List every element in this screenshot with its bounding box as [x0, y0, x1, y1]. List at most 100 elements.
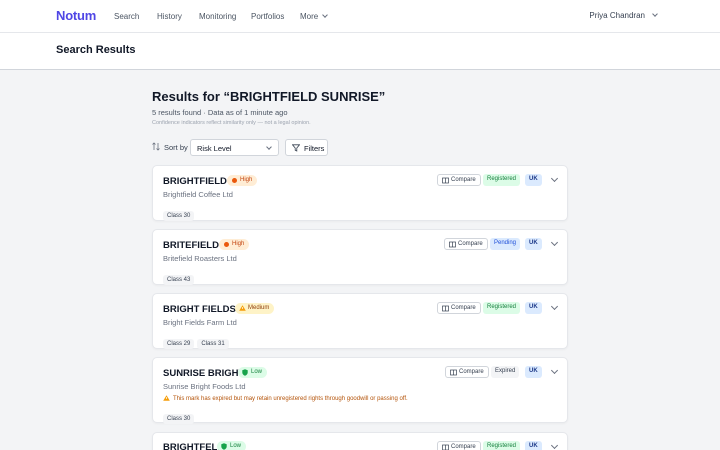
nav-item-portfolios[interactable]: Portfolios	[251, 12, 284, 21]
compare-label: Compare	[451, 444, 476, 450]
risk-badge: Medium	[235, 303, 275, 314]
risk-label: Low	[230, 443, 242, 449]
compare-button[interactable]: Compare	[437, 441, 481, 450]
owner-name: Sunrise Bright Foods Ltd	[163, 382, 246, 391]
filter-icon	[292, 144, 300, 152]
nav-item-more-label: More	[300, 12, 319, 21]
owner-name: Brightfield Coffee Ltd	[163, 190, 233, 199]
compare-button[interactable]: Compare	[437, 174, 481, 186]
disclaimer: Confidence indicators reflect similarity…	[152, 120, 311, 126]
compare-icon	[442, 444, 449, 450]
compare-label: Compare	[451, 305, 476, 311]
card-actions: Compare Registered UK	[437, 174, 559, 186]
chevron-down-icon[interactable]	[550, 238, 559, 247]
class-list: Class 29 Class 31	[163, 332, 232, 350]
warning-icon	[163, 395, 170, 401]
risk-label: High	[240, 177, 253, 183]
filters-label: Filters	[304, 144, 325, 153]
compare-button[interactable]: Compare	[437, 302, 481, 314]
chevron-down-icon[interactable]	[550, 366, 559, 375]
risk-label: High	[232, 241, 245, 247]
logo[interactable]: Notum	[56, 8, 96, 23]
nav-item-more[interactable]: More	[300, 12, 329, 21]
page-header: Search Results	[0, 33, 720, 70]
risk-badge: High	[219, 239, 250, 250]
result-card[interactable]: BRIGHTFIELD High Brightfield Coffee Ltd …	[152, 165, 568, 221]
compare-icon	[442, 177, 449, 184]
jurisdiction-badge: UK	[525, 174, 542, 186]
card-actions: Compare Registered UK	[437, 441, 559, 450]
risk-label: Medium	[248, 305, 270, 311]
filters-button[interactable]: Filters	[285, 139, 328, 156]
status-badge: Registered	[483, 174, 521, 186]
compare-label: Compare	[451, 177, 476, 183]
class-chip: Class 31	[197, 339, 229, 349]
mark-name: BRIGHTFELD	[163, 442, 225, 450]
result-card[interactable]: BRITEFIELD High Britefield Roasters Ltd …	[152, 229, 568, 285]
compare-icon	[449, 241, 456, 248]
result-card[interactable]: BRIGHT FIELDS Medium Bright Fields Farm …	[152, 293, 568, 349]
compare-label: Compare	[459, 369, 484, 375]
result-card[interactable]: SUNRISE BRIGHT Low Sunrise Bright Foods …	[152, 357, 568, 425]
nav-item-history[interactable]: History	[157, 12, 182, 21]
status-badge: Registered	[483, 302, 521, 314]
status-badge: Pending	[490, 238, 521, 250]
mark-name: BRIGHT FIELDS	[163, 304, 236, 315]
status-badge: Registered	[483, 441, 521, 450]
class-list: Class 43	[163, 268, 197, 286]
chevron-down-icon[interactable]	[550, 174, 559, 183]
sort-select[interactable]: Risk Level	[190, 139, 279, 156]
compare-button[interactable]: Compare	[444, 238, 488, 250]
owner-name: Britefield Roasters Ltd	[163, 254, 237, 263]
chevron-down-icon[interactable]	[550, 302, 559, 311]
warning-icon	[239, 305, 246, 311]
jurisdiction-badge: UK	[525, 238, 542, 250]
risk-badge: High	[227, 175, 258, 186]
result-card[interactable]: BRIGHTFELD Low Compare Registered UK	[152, 432, 568, 450]
mark-name: SUNRISE BRIGHT	[163, 368, 245, 379]
results-title: Results for “BRIGHTFIELD SUNRISE”	[152, 89, 386, 104]
shield-icon	[221, 443, 227, 450]
compare-icon	[442, 305, 449, 312]
class-chip: Class 43	[163, 275, 195, 285]
class-list: Class 30	[163, 407, 197, 425]
chevron-down-icon	[652, 11, 658, 17]
risk-label: Low	[251, 369, 263, 375]
class-chip: Class 29	[163, 339, 195, 349]
risk-dot-icon	[224, 242, 229, 247]
class-chip: Class 30	[163, 414, 195, 424]
card-actions: Compare Expired UK	[445, 366, 559, 378]
card-actions: Compare Registered UK	[437, 302, 559, 314]
class-list: Class 30	[163, 204, 197, 222]
results-summary: 5 results found · Data as of 1 minute ag…	[152, 108, 288, 117]
sort-label: Sort by	[164, 143, 188, 152]
risk-badge: Low	[238, 367, 268, 378]
risk-badge: Low	[217, 441, 247, 450]
compare-icon	[450, 369, 457, 376]
mark-name: BRIGHTFIELD	[163, 176, 227, 187]
risk-dot-icon	[232, 178, 237, 183]
class-chip: Class 30	[163, 211, 195, 221]
sort-icon	[152, 142, 160, 151]
card-actions: Compare Pending UK	[444, 238, 559, 250]
compare-label: Compare	[458, 241, 483, 247]
shield-icon	[242, 369, 248, 376]
warning-text: This mark has expired but may retain unr…	[173, 396, 408, 402]
chevron-down-icon[interactable]	[550, 441, 559, 450]
chevron-down-icon	[266, 144, 272, 150]
nav-item-search[interactable]: Search	[114, 12, 139, 21]
nav-item-monitoring[interactable]: Monitoring	[199, 12, 236, 21]
compare-button[interactable]: Compare	[445, 366, 489, 378]
status-badge: Expired	[491, 366, 520, 378]
owner-name: Bright Fields Farm Ltd	[163, 318, 237, 327]
sort-selected-value: Risk Level	[197, 144, 232, 153]
jurisdiction-badge: UK	[525, 366, 542, 378]
chevron-down-icon	[322, 12, 329, 18]
mark-name: BRITEFIELD	[163, 240, 219, 251]
jurisdiction-badge: UK	[525, 441, 542, 450]
top-navigation: Notum Search History Monitoring Portfoli…	[0, 0, 720, 33]
jurisdiction-badge: UK	[525, 302, 542, 314]
user-name: Priya Chandran	[589, 11, 645, 20]
user-menu[interactable]: Priya Chandran	[589, 11, 658, 20]
page-title: Search Results	[56, 44, 136, 56]
